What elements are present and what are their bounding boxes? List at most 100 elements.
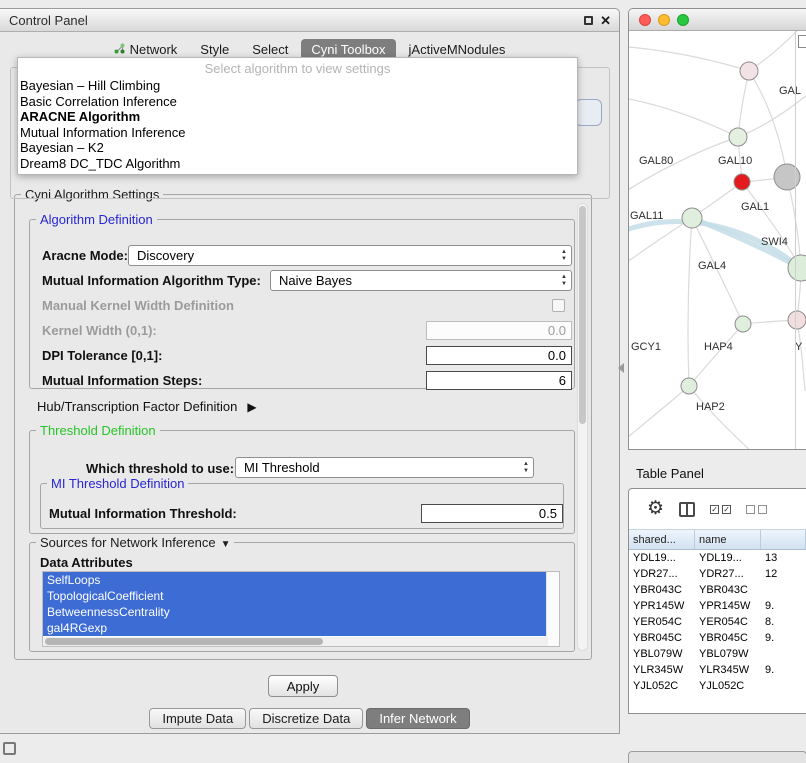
table-row[interactable]: YER054CYER054C8. xyxy=(629,614,806,630)
gear-icon[interactable]: ⚙ xyxy=(647,499,664,519)
table-cell: YDR27... xyxy=(695,568,761,580)
network-node-label: HAP2 xyxy=(696,401,725,413)
data-attribute-item-selfloops[interactable]: SelfLoops xyxy=(43,572,546,588)
algorithm-option-dream8-dc-tdc-algorithm[interactable]: Dream8 DC_TDC Algorithm xyxy=(18,156,577,172)
threshold-definition-group: Threshold Definition Which threshold to … xyxy=(29,430,575,534)
control-panel-window: Control Panel ✕ NetworkStyleSelectCyni T… xyxy=(0,8,620,734)
network-scroll-button[interactable] xyxy=(798,35,806,48)
table-row[interactable]: YPR145WYPR145W9. xyxy=(629,598,806,614)
bottom-tab-label: Impute Data xyxy=(162,711,233,726)
table-toolbar: ⚙ ✓✓ xyxy=(629,489,806,529)
close-traffic-light-icon[interactable] xyxy=(639,14,651,26)
dropdown-placeholder: Select algorithm to view settings xyxy=(18,58,577,78)
network-node[interactable] xyxy=(788,311,806,329)
table-row[interactable]: YLR345WYLR345W9. xyxy=(629,662,806,678)
algorithm-option-basic-correlation-inference[interactable]: Basic Correlation Inference xyxy=(18,94,577,110)
mi-type-select[interactable]: Naive Bayes ▲▼ xyxy=(270,270,572,291)
network-node-label: Y xyxy=(795,341,803,353)
table-cell: 8. xyxy=(761,616,806,628)
list-vertical-scrollbar[interactable] xyxy=(546,572,559,646)
collapsed-arrow-icon: ▶ xyxy=(247,400,256,414)
dpi-tolerance-field[interactable]: 0.0 xyxy=(426,346,572,365)
network-node[interactable] xyxy=(735,316,751,332)
table-row[interactable]: YJL052CYJL052C xyxy=(629,678,806,694)
table-cell: 13 xyxy=(761,552,806,564)
bottom-tab-infer-network[interactable]: Infer Network xyxy=(366,708,469,729)
table-cell: YPR145W xyxy=(629,600,695,612)
minimized-panel-icon[interactable] xyxy=(3,742,16,755)
network-canvas[interactable]: GALGAL80GAL10GAL1GAL11SWI4GAL4GCY1HAP4YH… xyxy=(629,31,806,450)
settings-scrollbar[interactable] xyxy=(577,203,588,651)
deselect-all-columns-icon[interactable] xyxy=(746,505,767,514)
network-node[interactable] xyxy=(734,174,750,190)
network-node[interactable] xyxy=(729,128,747,146)
algorithm-option-bayesian-hill-climbing[interactable]: Bayesian – Hill Climbing xyxy=(18,78,577,94)
table-cell: YBL079W xyxy=(629,648,695,660)
hub-tf-definition-toggle[interactable]: Hub/Transcription Factor Definition▶ xyxy=(37,399,257,414)
combo-arrows-icon: ▲▼ xyxy=(523,461,529,475)
network-node-label: GAL10 xyxy=(718,155,752,167)
apply-button[interactable]: Apply xyxy=(268,675,338,697)
which-threshold-select[interactable]: MI Threshold ▲▼ xyxy=(235,457,534,478)
zoom-traffic-light-icon[interactable] xyxy=(677,14,689,26)
close-window-icon[interactable]: ✕ xyxy=(600,14,611,27)
network-window-titlebar[interactable] xyxy=(629,9,806,31)
table-body: YDL19...YDL19...13YDR27...YDR27...12YBR0… xyxy=(629,550,806,694)
table-row[interactable]: YBR045CYBR045C9. xyxy=(629,630,806,646)
minimize-traffic-light-icon[interactable] xyxy=(658,14,670,26)
data-attribute-item-topologicalcoefficient[interactable]: TopologicalCoefficient xyxy=(43,588,546,604)
table-row[interactable]: YDR27...YDR27...12 xyxy=(629,566,806,582)
network-edge xyxy=(629,99,738,137)
mi-threshold-definition-title: MI Threshold Definition xyxy=(47,476,188,491)
control-panel-titlebar[interactable]: Control Panel ✕ xyxy=(0,9,619,32)
tab-label: Style xyxy=(200,42,229,57)
kernel-width-label: Kernel Width (0,1): xyxy=(42,323,157,338)
select-all-columns-icon[interactable]: ✓✓ xyxy=(710,505,731,514)
window-title: Control Panel xyxy=(9,13,88,28)
network-node[interactable] xyxy=(681,378,697,394)
network-edge xyxy=(688,218,692,386)
bottom-tab-impute-data[interactable]: Impute Data xyxy=(149,708,246,729)
network-edge xyxy=(787,177,801,268)
table-row[interactable]: YBL079WYBL079W xyxy=(629,646,806,662)
algorithm-options: Bayesian – Hill ClimbingBasic Correlatio… xyxy=(18,78,577,171)
data-attribute-item-betweennesscentrality[interactable]: BetweennessCentrality xyxy=(43,604,546,620)
table-cell: YER054C xyxy=(629,616,695,628)
network-node[interactable] xyxy=(682,208,702,228)
mi-threshold-definition-group: MI Threshold Definition Mutual Informati… xyxy=(40,483,564,529)
table-cell: 12 xyxy=(761,568,806,580)
combo-arrows-icon: ▲▼ xyxy=(561,249,567,263)
network-node[interactable] xyxy=(740,62,758,80)
algorithm-option-mutual-information-inference[interactable]: Mutual Information Inference xyxy=(18,125,577,141)
table-header-row: shared...name xyxy=(629,529,806,550)
table-row[interactable]: YBR043CYBR043C xyxy=(629,582,806,598)
column-header-name[interactable]: name xyxy=(695,530,761,549)
network-node[interactable] xyxy=(774,164,800,190)
aracne-mode-select[interactable]: Discovery ▲▼ xyxy=(128,245,572,266)
column-header-shared[interactable]: shared... xyxy=(629,530,695,549)
tab-label: jActiveMNodules xyxy=(409,42,506,57)
mi-threshold-field[interactable]: 0.5 xyxy=(421,504,563,523)
splitter-collapse-icon[interactable] xyxy=(618,363,624,373)
manual-kernel-label: Manual Kernel Width Definition xyxy=(42,298,234,313)
network-node-label: GAL xyxy=(779,85,801,97)
algorithm-option-bayesian-k2[interactable]: Bayesian – K2 xyxy=(18,140,577,156)
sources-group-toggle[interactable]: Sources for Network Inference▼ xyxy=(36,535,234,550)
mi-type-label: Mutual Information Algorithm Type: xyxy=(42,273,261,288)
columns-icon[interactable] xyxy=(679,502,695,517)
float-window-icon[interactable] xyxy=(584,16,593,25)
tab-label: Select xyxy=(252,42,288,57)
bottom-tab-discretize-data[interactable]: Discretize Data xyxy=(249,708,363,729)
network-edge xyxy=(738,71,749,137)
list-horizontal-scrollbar[interactable] xyxy=(43,637,548,646)
mi-steps-field[interactable]: 6 xyxy=(426,371,572,390)
bottom-tab-label: Infer Network xyxy=(379,711,456,726)
column-header-extra[interactable] xyxy=(761,530,806,549)
algorithm-option-aracne-algorithm[interactable]: ARACNE Algorithm xyxy=(18,109,577,125)
data-attributes-list[interactable]: SelfLoopsTopologicalCoefficientBetweenne… xyxy=(42,571,560,647)
sources-group-title: Sources for Network Inference xyxy=(40,535,216,550)
table-cell: YDR27... xyxy=(629,568,695,580)
data-attribute-item-gal4rgexp[interactable]: gal4RGexp xyxy=(43,620,546,636)
table-row[interactable]: YDL19...YDL19...13 xyxy=(629,550,806,566)
network-edge xyxy=(689,386,751,450)
